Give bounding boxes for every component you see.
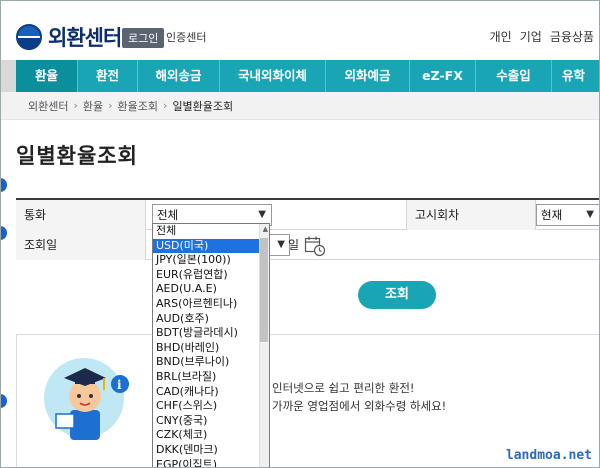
main-nav: 환율 환전 해외송금 국내외화이체 외화예금 eZ-FX 수출입 유학 [16,60,600,92]
left-marker [0,394,7,408]
form-row-date: 조회일 ▼ 일 [16,230,600,260]
breadcrumb-separator: › [108,99,113,112]
day-select[interactable]: ▼ [270,234,290,256]
currency-select-value: 전체 [157,208,179,222]
info-text-branch: 가까운 영업점에서 외화수령 하세요! [272,399,447,413]
breadcrumb-current: 일별환율조회 [172,99,234,113]
nav-item-study-abroad[interactable]: 유학 [552,60,600,92]
nav-left-strip [0,60,16,92]
currency-option[interactable]: AED(U.A.E) [153,282,269,297]
left-marker [0,226,7,240]
currency-option[interactable]: EGP(이집트) [153,458,269,468]
scrollbar-thumb[interactable] [260,238,268,342]
nav-item-fx-deposit[interactable]: 외화예금 [326,60,410,92]
graduate-mascot-icon: i [44,358,129,440]
top-link-personal[interactable]: 개인 [490,28,512,45]
currency-dropdown-list[interactable]: 전체 USD(미국) JPY(일본(100)) EUR(유럽연합) AED(U.A.E)… [152,223,270,468]
currency-option[interactable]: CAD(캐나다) [153,385,269,400]
nav-item-import-export[interactable]: 수출입 [476,60,552,92]
currency-option[interactable]: BND(브루나이) [153,355,269,370]
date-label: 조회일 [16,230,146,260]
nav-item-ezfx[interactable]: eZ-FX [410,60,476,92]
top-link-corporate[interactable]: 기업 [520,28,542,45]
page-title: 일별환율조회 [16,144,138,168]
currency-option[interactable]: JPY(일본(100)) [153,253,269,268]
nav-item-domestic-transfer[interactable]: 국내외화이체 [220,60,326,92]
svg-text:i: i [117,378,122,392]
currency-option[interactable]: CHF(스위스) [153,399,269,414]
info-text-exchange: 인터넷으로 쉽고 편리한 환전! [272,381,415,395]
chevron-down-icon: ▼ [586,209,594,220]
chevron-down-icon: ▼ [277,239,285,250]
currency-label: 통화 [16,200,146,230]
currency-option[interactable]: BHD(바레인) [153,341,269,356]
left-marker [0,178,7,192]
currency-option[interactable]: AUD(호주) [153,312,269,327]
breadcrumb-fx-center[interactable]: 외환센터 [28,98,68,114]
notice-round-value: 현재 [541,208,563,222]
bank-logo-icon [16,24,42,50]
currency-option[interactable]: BDT(방글라데시) [153,326,269,341]
currency-option[interactable]: CZK(체코) [153,428,269,443]
top-header: 외환센터 로그인 인증센터 개인 기업 금융상품 [0,0,600,60]
breadcrumb-separator: › [73,99,78,112]
breadcrumb-separator: › [163,99,168,112]
search-form: 통화 전체 ▼ 고시회차 현재 ▼ 조회일 ▼ 일 [16,198,600,260]
query-button[interactable]: 조회 [358,281,436,309]
currency-option-list: 전체 USD(미국) JPY(일본(100)) EUR(유럽연합) AED(U.A.E)… [153,224,269,468]
currency-option[interactable]: CNY(중국) [153,414,269,429]
currency-option[interactable]: EUR(유럽연합) [153,268,269,283]
nav-item-exchange[interactable]: 환전 [78,60,138,92]
currency-option[interactable]: USD(미국) [153,238,269,254]
notice-round-select[interactable]: 현재 ▼ [536,204,600,226]
form-row-currency: 통화 전체 ▼ 고시회차 현재 ▼ [16,200,600,230]
breadcrumb: 외환센터 › 환율 › 환율조회 › 일별환율조회 [0,92,600,120]
breadcrumb-exchange-rate[interactable]: 환율 [83,98,103,114]
cert-center-link[interactable]: 인증센터 [166,29,206,45]
top-link-products[interactable]: 금융상품 [550,28,594,45]
logo-text: 외환센터 [48,26,122,50]
nav-item-overseas-remit[interactable]: 해외송금 [138,60,220,92]
currency-option[interactable]: 전체 [153,224,269,239]
notice-round-label: 고시회차 [406,200,536,230]
nav-item-exchange-rate[interactable]: 환율 [16,60,78,92]
calendar-icon[interactable] [304,235,326,257]
site-logo[interactable]: 외환센터 [16,22,122,52]
watermark-text: landmoa.net [505,448,592,463]
currency-option[interactable]: DKK(덴마크) [153,443,269,458]
scroll-up-icon[interactable]: ▲ [263,225,268,233]
currency-option[interactable]: ARS(아르헨티나) [153,297,269,312]
chevron-down-icon: ▼ [258,209,266,220]
dropdown-scrollbar[interactable]: ▲ [259,224,269,467]
currency-option[interactable]: BRL(브라질) [153,370,269,385]
top-links: 개인 기업 금융상품 [490,28,594,45]
day-suffix: 일 [288,238,300,252]
login-button[interactable]: 로그인 [122,28,165,48]
breadcrumb-rate-inquiry[interactable]: 환율조회 [118,98,158,114]
